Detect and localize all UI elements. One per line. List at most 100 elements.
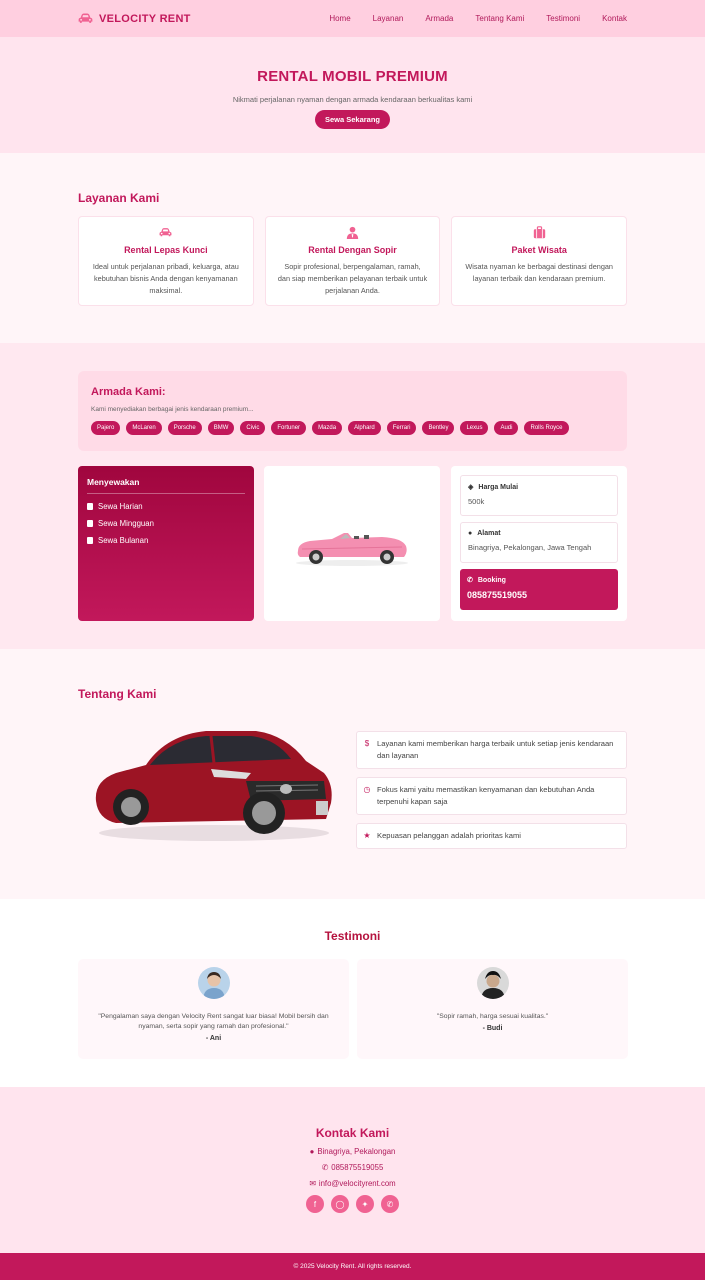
avatar <box>476 967 509 999</box>
booking-phone[interactable]: 085875519055 <box>467 590 611 600</box>
info-panel: ◈ Harga Mulai 500k ● Alamat Binagriya, Pek… <box>451 466 627 621</box>
facebook-icon[interactable]: f <box>306 1195 324 1213</box>
nav-tentang-kami[interactable]: Tentang Kami <box>475 14 524 23</box>
service-card: Rental Lepas Kunci Ideal untuk perjalana… <box>78 216 254 306</box>
avatar <box>197 967 230 999</box>
brand-tag[interactable]: Civic <box>240 421 266 435</box>
rent-option-label: Sewa Harian <box>98 502 143 511</box>
car-icon <box>78 13 93 23</box>
nav-kontak[interactable]: Kontak <box>602 14 627 23</box>
social-links: f ◯ ✦ ✆ <box>0 1195 705 1213</box>
testimonials-section: Testimoni "Pengalaman saya dengan Veloci… <box>0 899 705 1087</box>
envelope-icon: ✉ <box>309 1179 316 1188</box>
rent-option[interactable]: Sewa Bulanan <box>87 536 245 545</box>
service-title: Rental Lepas Kunci <box>124 245 208 255</box>
testimonial-card: "Pengalaman saya dengan Velocity Rent sa… <box>78 959 349 1059</box>
contact-title: Kontak Kami <box>315 1126 390 1140</box>
driver-icon <box>346 226 359 239</box>
about-point-text: Layanan kami memberikan harga terbaik un… <box>377 739 614 760</box>
instagram-icon[interactable]: ◯ <box>331 1195 349 1213</box>
contact-phone-text: 085875519055 <box>331 1163 384 1172</box>
service-desc: Wisata nyaman ke berbagai destinasi deng… <box>465 262 613 283</box>
testimonials-title: Testimoni <box>324 929 381 943</box>
map-pin-icon: ● <box>309 1147 315 1156</box>
car-image-card <box>264 466 440 621</box>
armada-title: Armada Kami: <box>91 386 166 398</box>
phone-icon: ✆ <box>467 577 473 584</box>
rent-option-label: Sewa Bulanan <box>98 536 149 545</box>
price-box: ◈ Harga Mulai 500k <box>460 475 618 516</box>
testimonial-author: - Budi <box>482 1025 503 1032</box>
service-card: Rental Dengan Sopir Sopir profesional, b… <box>264 216 441 306</box>
brand-tag[interactable]: McLaren <box>126 421 162 435</box>
contact-email-text: info@velocityrent.com <box>318 1179 396 1188</box>
phone-icon: ✆ <box>321 1163 329 1172</box>
brand-tag[interactable]: Ferrari <box>386 421 417 435</box>
nav-testimoni[interactable]: Testimoni <box>546 14 580 23</box>
hero-title: RENTAL MOBIL PREMIUM <box>257 68 448 85</box>
contact-section: Kontak Kami ● Binagriya, Pekalongan ✆ 0858… <box>0 1087 705 1253</box>
red-sedan-image <box>95 731 332 841</box>
service-desc: Sopir profesional, berpengalaman, ramah,… <box>277 262 428 295</box>
brand-tag[interactable]: BMW <box>207 421 235 435</box>
rent-now-button[interactable]: Sewa Sekarang <box>314 110 391 129</box>
about-point: $ Layanan kami memberikan harga terbaik … <box>356 731 627 769</box>
twitter-icon[interactable]: ✦ <box>356 1195 374 1213</box>
brand-tag[interactable]: Alphard <box>348 421 381 435</box>
service-title: Paket Wisata <box>511 245 567 255</box>
brand-tag[interactable]: Lexus <box>460 421 489 435</box>
booking-label: Booking <box>477 576 506 584</box>
dollar-icon: $ <box>364 739 370 748</box>
clock-icon: ◷ <box>363 785 371 794</box>
about-point-text: Kepuasan pelanggan adalah prioritas kami <box>377 831 521 840</box>
brand-tag[interactable]: Bentley <box>422 421 455 435</box>
rent-title: Menyewakan <box>87 477 245 494</box>
rent-option[interactable]: Sewa Mingguan <box>87 519 245 528</box>
brand-tag[interactable]: Rolls Royce <box>524 421 569 435</box>
car-icon <box>159 228 172 237</box>
site-header: VELOCITY RENT Home Layanan Armada Tentan… <box>0 0 705 37</box>
rent-options-panel: Menyewakan Sewa Harian Sewa Mingguan Sew… <box>78 466 254 621</box>
rent-option-label: Sewa Mingguan <box>98 519 154 528</box>
whatsapp-icon[interactable]: ✆ <box>381 1195 399 1213</box>
armada-section: Armada Kami: Kami menyediakan berbagai j… <box>0 343 705 649</box>
service-card: Paket Wisata Wisata nyaman ke berbagai d… <box>451 216 628 306</box>
about-section: Tentang Kami $ Layanan kami memberikan h… <box>0 649 705 899</box>
brand-tag[interactable]: Pajero <box>91 421 121 435</box>
testimonial-author: - Ani <box>205 1035 222 1042</box>
tag-icon: ◈ <box>468 484 474 491</box>
rent-option[interactable]: Sewa Harian <box>87 502 245 511</box>
about-title: Tentang Kami <box>78 687 157 701</box>
service-desc: Ideal untuk perjalanan pribadi, keluarga… <box>92 262 239 295</box>
brand-tag[interactable]: Mazda <box>312 421 343 435</box>
contact-email[interactable]: ✉ info@velocityrent.com <box>0 1179 705 1188</box>
booking-box[interactable]: ✆ Booking 085875519055 <box>460 569 618 610</box>
suitcase-icon <box>533 226 545 239</box>
armada-desc: Kami menyediakan berbagai jenis kendaraa… <box>91 406 254 413</box>
services-title: Layanan Kami <box>78 191 160 205</box>
pink-convertible-image <box>296 532 408 566</box>
about-point: ◷ Fokus kami yaitu memastikan kenyamanan… <box>356 777 627 815</box>
brand-name: VELOCITY RENT <box>99 12 191 25</box>
brand-tag[interactable]: Fortuner <box>271 421 307 435</box>
address-value: Binagriya, Pekalongan, Jawa Tengah <box>468 543 592 552</box>
about-point-text: Fokus kami yaitu memastikan kenyamanan d… <box>377 785 595 806</box>
contact-phone[interactable]: ✆ 085875519055 <box>0 1163 705 1172</box>
nav-home[interactable]: Home <box>329 14 350 23</box>
brand-tag[interactable]: Audi <box>494 421 519 435</box>
brand-tags: Pajero McLaren Porsche BMW Civic Fortune… <box>91 421 614 435</box>
services-section: Layanan Kami Rental Lepas Kunci Ideal un… <box>0 153 705 343</box>
service-title: Rental Dengan Sopir <box>308 245 397 255</box>
testimonial-quote: "Pengalaman saya dengan Velocity Rent sa… <box>98 1013 329 1030</box>
brand-logo[interactable]: VELOCITY RENT <box>78 13 191 25</box>
about-point: ★ Kepuasan pelanggan adalah prioritas ka… <box>356 823 627 849</box>
nav-armada[interactable]: Armada <box>425 14 453 23</box>
star-icon: ★ <box>363 831 371 840</box>
map-pin-icon: ● <box>468 530 473 537</box>
calendar-icon <box>87 503 93 510</box>
price-value: 500k <box>468 497 485 506</box>
brand-tag[interactable]: Porsche <box>167 421 202 435</box>
hero-subtitle: Nikmati perjalanan nyaman dengan armada … <box>232 95 473 104</box>
contact-address: ● Binagriya, Pekalongan <box>0 1147 705 1156</box>
nav-layanan[interactable]: Layanan <box>373 14 404 23</box>
